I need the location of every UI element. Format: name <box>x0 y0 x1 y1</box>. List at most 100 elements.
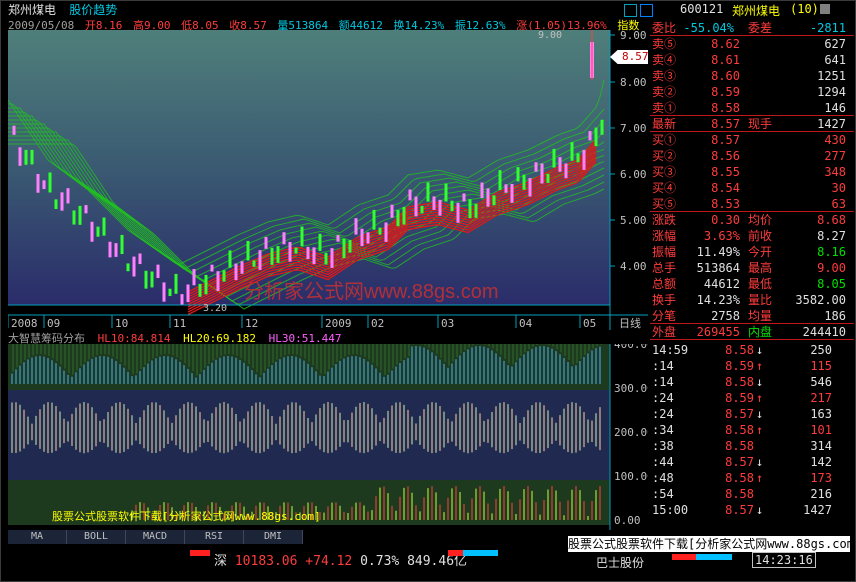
buy-vol: 277 <box>824 149 846 163</box>
stat-label-2: 今开 <box>748 245 773 259</box>
tick-vol: 250 <box>810 343 832 357</box>
date-tick-2: 10 <box>115 317 128 330</box>
price-chart[interactable]: 9.008.007.006.005.004.00 2008 09 10 11 12 200… <box>8 30 648 330</box>
stat-value-2: 9.00 <box>817 261 846 275</box>
sub-tick-3: 100.00 <box>614 470 648 483</box>
stat-row-6: 分笔 2758 均量 186 <box>650 308 850 324</box>
chart-title[interactable]: 股价趋势 <box>69 3 117 17</box>
buy-vol: 348 <box>824 165 846 179</box>
tick-vol: 546 <box>810 375 832 389</box>
stat-label-2: 量比 <box>748 293 773 307</box>
stat-label: 分笔 <box>652 309 677 323</box>
stat-value: 2758 <box>711 309 740 323</box>
stat-label: 总额 <box>652 277 677 291</box>
tick-dir: ↓ <box>756 503 764 517</box>
buy-row-2[interactable]: 买② 8.56 277 <box>650 148 850 164</box>
inner-value: 244410 <box>802 325 846 339</box>
buy-row-1[interactable]: 买① 8.57 430 <box>650 132 850 148</box>
diff-label: 委差 <box>748 21 773 35</box>
buy-row-5[interactable]: 买⑤ 8.53 63 <box>650 196 850 212</box>
price-tick-1: 8.00 <box>620 76 647 89</box>
buy-row-4[interactable]: 买④ 8.54 30 <box>650 180 850 196</box>
price-tick-5: 4.00 <box>620 260 647 273</box>
buy-label: 买⑤ <box>652 197 677 211</box>
sell-price: 8.62 <box>711 37 740 51</box>
stat-value-2: 8.16 <box>817 245 846 259</box>
status-bar: 深 10183.06 +74.12 0.73% 849.46亿 股票公式股票软件… <box>0 536 856 580</box>
date-tick-6: 02 <box>371 317 384 330</box>
tick-time: :48 <box>652 471 674 485</box>
index-value: 10183.06 <box>234 554 298 569</box>
buy-vol: 430 <box>824 133 846 147</box>
index-pct: 0.73% <box>360 554 400 569</box>
date-tick-4: 12 <box>245 317 258 330</box>
index-bar-red <box>190 550 210 556</box>
stat-value: 513864 <box>696 261 740 275</box>
tick-dir: ↓ <box>756 375 764 389</box>
tick-price: 8.58 <box>725 423 754 437</box>
cur-label: 现手 <box>748 117 773 131</box>
price-tick-3: 6.00 <box>620 168 647 181</box>
top-price-label: 9.00 <box>538 30 562 41</box>
tab-macd[interactable]: MACD <box>126 530 185 544</box>
stat-value-2: 8.68 <box>817 213 846 227</box>
date-tick-8: 04 <box>519 317 533 330</box>
tick-time: :44 <box>652 455 674 469</box>
price-marker: 8.57 <box>610 50 648 64</box>
chip-distribution-chart[interactable]: 400.00 300.00 200.00 100.00 0.00 股票公式股票软件下载[… <box>8 344 648 530</box>
tab-ma[interactable]: MA <box>8 530 67 544</box>
tick-dir: ↑ <box>756 359 764 373</box>
stat-label-2: 最低 <box>748 277 773 291</box>
sell-vol: 627 <box>824 37 846 51</box>
tab-dmi[interactable]: DMI <box>244 530 303 544</box>
buy-vol: 30 <box>831 181 846 195</box>
sell-price: 8.61 <box>711 53 740 67</box>
stat-value: 44612 <box>703 277 740 291</box>
tick-dir: ↑ <box>756 471 764 485</box>
tick-time: :24 <box>652 391 674 405</box>
ad-bar <box>448 550 498 556</box>
stat-label: 总手 <box>652 261 677 275</box>
tick-row-7: :44 8.57 ↓ 142 <box>650 454 850 470</box>
price-tick-0: 9.00 <box>620 30 647 42</box>
tick-dir: ↓ <box>756 407 764 421</box>
window-restore-icon[interactable] <box>624 4 637 17</box>
tick-price: 8.59 <box>725 391 754 405</box>
buy-price: 8.56 <box>711 149 740 163</box>
sell-row-4[interactable]: 卖④ 8.61 641 <box>650 52 850 68</box>
tick-row-10: 15:00 8.57 ↓ 1427 <box>650 502 850 518</box>
banner[interactable]: 股票公式股票软件下载[分析家公式网www.88gs.com] <box>568 536 850 552</box>
ticker-bar <box>672 554 732 560</box>
price-tick-2: 7.00 <box>620 122 647 135</box>
date-tick-9: 05 <box>583 317 596 330</box>
date-tick-5: 2009 <box>325 317 352 330</box>
stock-code: 600121 <box>680 2 724 16</box>
buy-row-3[interactable]: 买③ 8.55 348 <box>650 164 850 180</box>
sell-row-1[interactable]: 卖① 8.58 146 <box>650 100 850 116</box>
tab-boll[interactable]: BOLL <box>67 530 126 544</box>
tab-rsi[interactable]: RSI <box>185 530 244 544</box>
stat-label: 涨幅 <box>652 229 677 243</box>
date-tick-3: 11 <box>173 317 186 330</box>
stock-code-suffix: (10) <box>790 2 819 16</box>
sell-row-3[interactable]: 卖③ 8.60 1251 <box>650 68 850 84</box>
panel-icon[interactable] <box>820 4 830 14</box>
sell-row-2[interactable]: 卖② 8.59 1294 <box>650 84 850 100</box>
outer-value: 269455 <box>696 325 740 339</box>
sub-axis: 400.00 300.00 200.00 100.00 0.00 <box>614 344 648 527</box>
latest-label: 最新 <box>652 117 677 131</box>
sell-row-5[interactable]: 卖⑤ 8.62 627 <box>650 36 850 52</box>
sub-footer-text: 股票公式股票软件下载[分析家公式网www.88gs.com] <box>52 509 321 523</box>
buy-label: 买② <box>652 149 677 163</box>
sell-label: 卖③ <box>652 69 677 83</box>
latest-row: 最新 8.57 现手 1427 <box>650 116 850 132</box>
tick-time: 15:00 <box>652 503 689 517</box>
stat-label-2: 均价 <box>748 213 773 227</box>
ratio-label: 委比 <box>652 21 677 35</box>
tick-vol: 216 <box>810 487 832 501</box>
price-axis: 9.00 8.00 7.00 6.00 5.00 4.00 <box>610 30 647 273</box>
tick-row-9: :54 8.58 216 <box>650 486 850 502</box>
ticker-name[interactable]: 巴士股份 <box>596 554 644 571</box>
buy-label: 买④ <box>652 181 677 195</box>
tick-price: 8.57 <box>725 407 754 421</box>
